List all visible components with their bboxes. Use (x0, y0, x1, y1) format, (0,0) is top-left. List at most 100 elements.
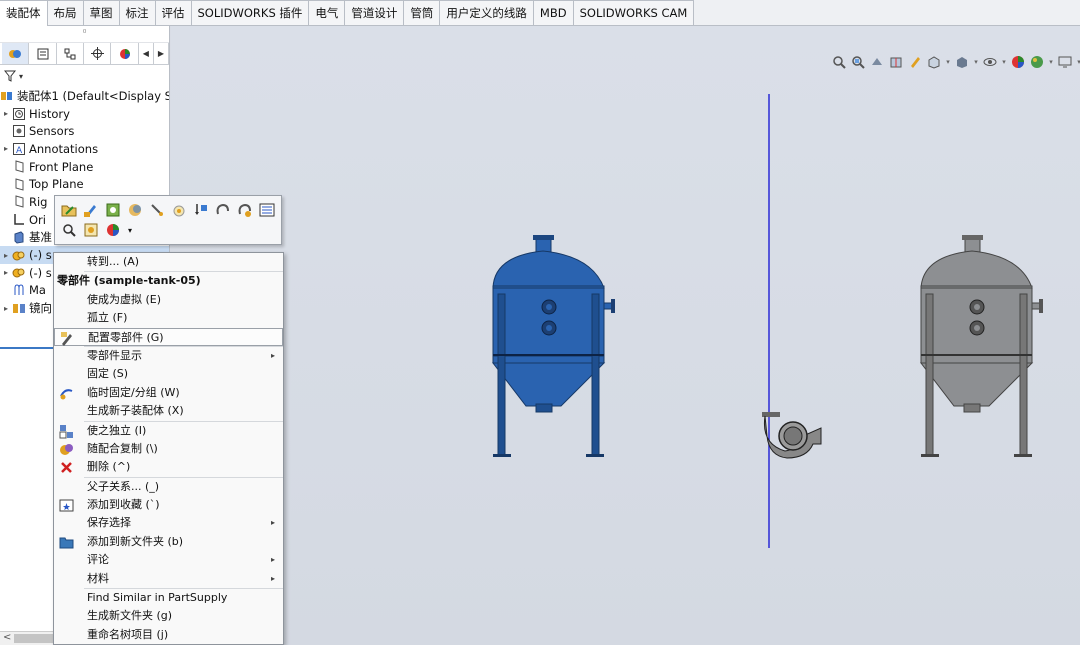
expand-arrow-icon[interactable]: ▸ (0, 109, 12, 118)
menu-item-label: 临时固定/分组 (W) (87, 385, 180, 399)
menu-item[interactable]: 固定 (S) (54, 365, 283, 383)
menu-item[interactable]: 重命名树项目 (j) (54, 626, 283, 644)
pane-grip[interactable]: ⁰ (0, 26, 169, 43)
menu-item[interactable]: 添加到收藏 (`) (54, 496, 283, 514)
menu-item[interactable]: 生成新文件夹 (g) (54, 607, 283, 625)
mate-icon[interactable] (214, 201, 232, 219)
menu-item-label: 材料 (87, 571, 109, 585)
isolate-icon[interactable] (170, 201, 188, 219)
smart-mate-icon[interactable] (236, 201, 254, 219)
menu-item-goto[interactable]: 转到... (A) (54, 253, 283, 271)
open-part-icon[interactable] (60, 201, 78, 219)
tree-item-label: Top Plane (29, 177, 84, 192)
favorite-icon (59, 498, 74, 513)
tab-6[interactable]: 电气 (308, 0, 346, 25)
menu-item[interactable]: 保存选择 ▸ (54, 514, 283, 532)
tab-0[interactable]: 装配体 (0, 0, 48, 26)
tree-item-label: 镜向 (29, 301, 52, 316)
tab-scroll-left-icon[interactable]: ◀ (139, 43, 154, 64)
annotations-icon: A (12, 142, 26, 155)
menu-item-label: 生成新文件夹 (g) (87, 609, 173, 623)
tab-9[interactable]: 用户定义的线路 (439, 0, 534, 25)
plane-icon (12, 195, 26, 209)
edit-part-icon[interactable] (82, 201, 100, 219)
mirror-icon (12, 302, 26, 315)
blue-tank[interactable] (491, 235, 615, 457)
scroll-left-icon[interactable]: < (3, 632, 11, 643)
menu-item-label: 保存选择 (87, 516, 131, 530)
tab-2[interactable]: 草图 (82, 0, 120, 25)
expand-arrow-icon[interactable]: ▸ (0, 304, 12, 313)
tree-item[interactable]: ▸ A Annotations (0, 140, 169, 158)
expand-arrow-icon[interactable]: ▸ (0, 251, 12, 260)
pump-component[interactable] (762, 412, 822, 459)
menu-item[interactable]: 父子关系... (_) (54, 478, 283, 496)
component-icon (12, 249, 26, 262)
menu-item-label: 使成为虚拟 (E) (87, 292, 162, 306)
model-canvas[interactable] (171, 26, 1080, 645)
menu-item-label: 评论 (87, 553, 109, 567)
tree-item[interactable]: ▸ History (0, 105, 169, 123)
filter-icon[interactable]: ▾ (0, 65, 169, 87)
dimxpert-manager-tab[interactable] (84, 43, 112, 64)
component-icon (12, 266, 26, 279)
property-manager-tab[interactable] (29, 43, 57, 64)
scroll-thumb[interactable] (14, 634, 54, 643)
menu-item[interactable]: 使之独立 (I) (54, 422, 283, 440)
menu-item-label: 固定 (S) (87, 367, 129, 381)
suppress-icon[interactable] (148, 201, 166, 219)
menu-item[interactable]: 删除 (^) (54, 458, 283, 476)
change-transparency-icon[interactable] (126, 201, 144, 219)
menu-item[interactable]: 随配合复制 (\) (54, 440, 283, 458)
tab-7[interactable]: 管道设计 (344, 0, 405, 25)
graphics-viewport[interactable]: ▾ ▾ ▾ ▾ ▾ (171, 26, 1080, 645)
menu-item-label: 删除 (^) (87, 460, 131, 474)
menu-item[interactable]: 零部件显示 ▸ (54, 347, 283, 365)
view-mates-icon[interactable] (82, 221, 100, 239)
tab-4[interactable]: 评估 (154, 0, 192, 25)
independent-icon (59, 424, 74, 439)
feature-manager-tab[interactable] (2, 43, 30, 64)
context-menu: 转到... (A) 零部件 (sample-tank-05) 使成为虚拟 (E)… (53, 252, 284, 645)
menu-item[interactable]: 临时固定/分组 (W) (54, 384, 283, 402)
hide-component-icon[interactable] (104, 201, 122, 219)
copy-mates-icon (59, 442, 74, 457)
configuration-manager-tab[interactable] (57, 43, 85, 64)
tree-root[interactable]: 装配体1 (Default<Display St (0, 87, 169, 105)
menu-item-label: 添加到收藏 (`) (87, 498, 160, 512)
menu-item[interactable]: 添加到新文件夹 (b) (54, 533, 283, 551)
appearance-dropdown-icon[interactable]: ▾ (126, 221, 134, 239)
menu-item[interactable]: 配置零部件 (G) (54, 327, 283, 346)
tree-item[interactable]: Sensors (0, 122, 169, 140)
tree-item-label: Front Plane (29, 159, 94, 174)
tab-3[interactable]: 标注 (118, 0, 156, 25)
tree-item[interactable]: Front Plane (0, 158, 169, 176)
menu-item[interactable]: 生成新子装配体 (X) (54, 402, 283, 420)
display-manager-tab[interactable] (111, 43, 139, 64)
component-properties-icon[interactable] (258, 201, 276, 219)
tab-8[interactable]: 管筒 (403, 0, 441, 25)
delete-icon (59, 460, 74, 475)
expand-arrow-icon[interactable]: ▸ (0, 268, 12, 277)
tab-11[interactable]: SOLIDWORKS CAM (572, 0, 695, 25)
menu-item[interactable]: 使成为虚拟 (E) (54, 291, 283, 309)
tree-item[interactable]: Top Plane (0, 175, 169, 193)
menu-item-label: 随配合复制 (\) (87, 441, 158, 455)
configure-icon (60, 331, 75, 346)
context-toolbar: ▾ (54, 195, 282, 245)
appearance-icon[interactable] (104, 221, 122, 239)
menu-item[interactable]: 孤立 (F) (54, 309, 283, 327)
expand-arrow-icon[interactable]: ▸ (0, 144, 12, 153)
tab-1[interactable]: 布局 (46, 0, 84, 25)
rebuild-icon[interactable] (192, 201, 210, 219)
tab-10[interactable]: MBD (532, 0, 574, 25)
menu-item[interactable]: 评论 ▸ (54, 551, 283, 569)
menu-item-label: 使之独立 (I) (87, 423, 147, 437)
menu-item[interactable]: Find Similar in PartSupply (54, 589, 283, 607)
command-manager-tabbar: 装配体 布局 草图 标注 评估 SOLIDWORKS 插件 电气 管道设计 管筒 用户定义的线路 M… (0, 0, 1080, 26)
zoom-to-selection-icon[interactable] (60, 221, 78, 239)
gray-tank[interactable] (919, 235, 1043, 457)
menu-item[interactable]: 材料 ▸ (54, 570, 283, 588)
tab-scroll-right-icon[interactable]: ▶ (154, 43, 170, 64)
tab-5[interactable]: SOLIDWORKS 插件 (190, 0, 310, 25)
